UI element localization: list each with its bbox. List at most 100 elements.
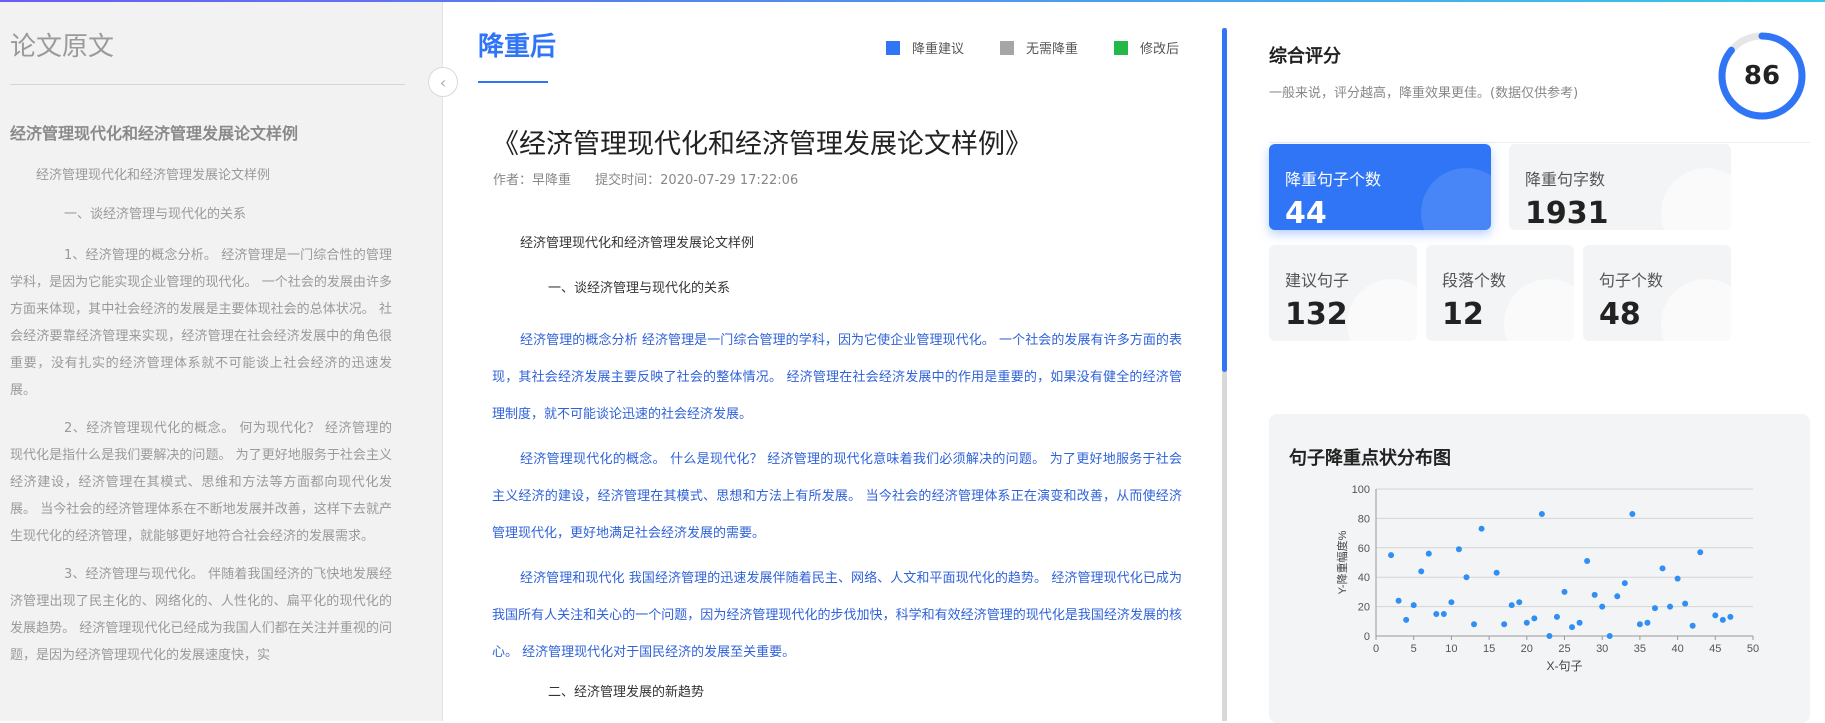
scatter-point bbox=[1508, 602, 1515, 609]
suggested-paragraph[interactable]: 经济管理现代化的概念。 什么是现代化？ 经济管理的现代化意味着我们必须解决的问题… bbox=[492, 441, 1182, 552]
scatter-point bbox=[1448, 599, 1455, 606]
x-tick-label: 35 bbox=[1634, 643, 1646, 655]
scatter-point bbox=[1606, 633, 1613, 639]
x-axis-label: X-句子 bbox=[1546, 659, 1582, 673]
score-title: 综合评分 bbox=[1269, 46, 1341, 67]
scatter-point bbox=[1395, 597, 1402, 604]
submit-time: 提交时间：2020-07-29 17:22:06 bbox=[595, 173, 799, 188]
legend: 降重建议 无需降重 修改后 bbox=[885, 38, 1179, 57]
scatter-point bbox=[1538, 510, 1545, 517]
legend-swatch bbox=[1113, 40, 1128, 55]
y-tick-label: 40 bbox=[1358, 572, 1370, 584]
scatter-point bbox=[1584, 558, 1591, 565]
scatter-point bbox=[1433, 610, 1440, 617]
scatter-point bbox=[1501, 621, 1508, 628]
section-heading: 二、经济管理发展的新趋势 bbox=[548, 685, 705, 700]
scatter-point bbox=[1569, 624, 1576, 631]
scatter-point bbox=[1410, 602, 1417, 609]
scatter-point bbox=[1516, 599, 1523, 606]
reduced-paper-content: 经济管理现代化和经济管理发展论文样例 一、谈经济管理与现代化的关系 经济管理的概… bbox=[492, 232, 1182, 700]
scatter-point bbox=[1546, 633, 1553, 639]
stat-value: 12 bbox=[1442, 297, 1484, 332]
document-title: 《经济管理现代化和经济管理发展论文样例》 bbox=[492, 129, 1032, 160]
section-heading: 一、谈经济管理与现代化的关系 bbox=[548, 281, 731, 296]
scatter-point bbox=[1667, 603, 1674, 610]
scatter-point bbox=[1689, 622, 1696, 629]
stat-value: 44 bbox=[1285, 196, 1327, 230]
x-tick-label: 25 bbox=[1558, 643, 1570, 655]
suggested-paragraph[interactable]: 经济管理和现代化 我国经济管理的迅速发展伴随着民主、网络、人文和平面现代化的趋势… bbox=[492, 560, 1182, 671]
score-value: 86 bbox=[1743, 61, 1781, 91]
chevron-left-icon: ‹ bbox=[439, 72, 447, 92]
scatter-point bbox=[1621, 580, 1628, 587]
scatter-point bbox=[1493, 569, 1500, 576]
reduced-paper-panel[interactable]: 降重后 降重建议 无需降重 修改后 《经济管理现代化和经济管理发展论文样例》 作… bbox=[444, 2, 1224, 721]
scatter-point bbox=[1651, 605, 1658, 612]
paragraph: 2、经济管理现代化的概念。 何为现代化？ 经济管理的现代化是指什么是我们要解决的… bbox=[10, 421, 392, 544]
stat-label: 句子个数 bbox=[1599, 271, 1664, 290]
x-tick-label: 40 bbox=[1671, 643, 1683, 655]
legend-label: 降重建议 bbox=[911, 42, 964, 57]
stat-label: 降重句子个数 bbox=[1285, 170, 1382, 189]
y-tick-label: 20 bbox=[1358, 602, 1370, 614]
scatter-point bbox=[1591, 591, 1598, 598]
tab-reduced[interactable]: 降重后 bbox=[478, 26, 556, 63]
scatter-point bbox=[1478, 525, 1485, 532]
panel-title-original: 论文原文 bbox=[10, 32, 115, 62]
scrollbar-thumb[interactable] bbox=[1222, 28, 1227, 372]
card-decoration bbox=[1504, 279, 1574, 341]
stat-card-sentences: 句子个数 48 bbox=[1583, 245, 1731, 341]
author: 作者：早降重 bbox=[493, 173, 572, 188]
scatter-point bbox=[1440, 610, 1447, 617]
scatter-point bbox=[1644, 619, 1651, 626]
original-paper-panel[interactable]: 论文原文 经济管理现代化和经济管理发展论文样例 经济管理现代化和经济管理发展论文… bbox=[0, 2, 443, 721]
divider bbox=[1269, 142, 1810, 143]
legend-label: 修改后 bbox=[1139, 42, 1179, 57]
scatter-point bbox=[1727, 613, 1734, 620]
stat-label: 降重句字数 bbox=[1525, 170, 1606, 189]
document-meta: 作者：早降重 提交时间：2020-07-29 17:22:06 bbox=[493, 169, 818, 188]
paragraph: 1、经济管理的概念分析。 经济管理是一门综合性的管理学科，是因为它能实现企业管理… bbox=[10, 248, 392, 398]
paper-subtitle: 经济管理现代化和经济管理发展论文样例 bbox=[36, 168, 271, 183]
scatter-point bbox=[1403, 616, 1410, 623]
stat-card-paragraphs: 段落个数 12 bbox=[1426, 245, 1574, 341]
chart-title: 句子降重点状分布图 bbox=[1289, 448, 1451, 469]
scatter-point bbox=[1425, 550, 1432, 557]
scatter-point bbox=[1561, 588, 1568, 595]
x-tick-label: 30 bbox=[1596, 643, 1608, 655]
scatter-point bbox=[1636, 621, 1643, 628]
paper-subtitle: 经济管理现代化和经济管理发展论文样例 bbox=[520, 236, 755, 251]
scatter-point bbox=[1531, 615, 1538, 622]
scatter-point bbox=[1614, 593, 1621, 600]
x-tick-label: 45 bbox=[1709, 643, 1721, 655]
card-decoration bbox=[1347, 279, 1417, 341]
score-description: 一般来说，评分越高，降重效果更佳。(数据仅供参考) bbox=[1269, 86, 1579, 101]
legend-label: 无需降重 bbox=[1025, 42, 1078, 57]
stat-card-reduced-sentences: 降重句子个数 44 bbox=[1269, 144, 1491, 230]
legend-item-suggest: 降重建议 bbox=[885, 38, 964, 57]
stat-value: 48 bbox=[1599, 297, 1641, 332]
suggested-paragraph[interactable]: 经济管理的概念分析 经济管理是一门综合管理的学科，因为它使企业管理现代化。 一个… bbox=[492, 322, 1182, 433]
divider bbox=[10, 84, 405, 85]
scatter-point bbox=[1388, 552, 1395, 559]
x-tick-label: 5 bbox=[1411, 643, 1417, 655]
legend-item-no-need: 无需降重 bbox=[999, 38, 1078, 57]
scatter-point bbox=[1553, 613, 1560, 620]
stat-value: 1931 bbox=[1525, 196, 1609, 230]
y-tick-label: 0 bbox=[1364, 631, 1370, 643]
original-paper-content: 经济管理现代化和经济管理发展论文样例 经济管理现代化和经济管理发展论文样例 一、… bbox=[10, 120, 392, 680]
scatter-point bbox=[1719, 616, 1726, 623]
x-tick-label: 0 bbox=[1373, 643, 1379, 655]
x-tick-label: 50 bbox=[1747, 643, 1759, 655]
scatter-point bbox=[1471, 621, 1478, 628]
scatter-point bbox=[1463, 574, 1470, 581]
stat-card-suggested-sentences: 建议句子 132 bbox=[1269, 245, 1417, 341]
card-decoration bbox=[1661, 279, 1731, 341]
legend-swatch bbox=[885, 40, 900, 55]
scatter-point bbox=[1629, 510, 1636, 517]
collapse-panel-button[interactable]: ‹ bbox=[428, 67, 458, 97]
y-axis-label: Y-降重幅度% bbox=[1335, 530, 1349, 594]
scatter-chart-card: 0 20 40 60 80 100 0 5 10 15 20 25 30 35 40 45 50 X-句子 Y-降重… bbox=[1269, 414, 1810, 723]
y-tick-label: 100 bbox=[1352, 484, 1370, 496]
scatter-point bbox=[1712, 612, 1719, 619]
